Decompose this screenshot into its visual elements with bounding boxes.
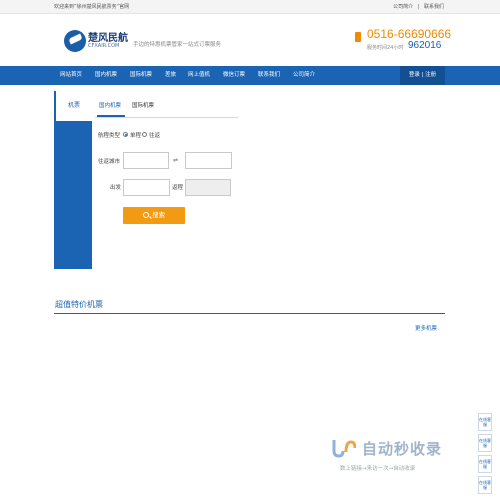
top-bar: 欢迎来到”徐州楚风民航票务“官网 公司简介 | 联系我们	[0, 0, 500, 14]
to-city-input[interactable]	[185, 152, 232, 169]
route-type-label: 航程类型	[98, 133, 121, 139]
booking-sidebar: 机票	[54, 91, 92, 269]
nav-item-contact[interactable]: 联系我们	[258, 66, 280, 85]
nav-item-international[interactable]: 国际机票	[130, 66, 152, 85]
watermark-subtitle: 数上链接→来访一次→自动收录	[340, 466, 416, 472]
top-link-divider: |	[417, 4, 420, 10]
nav-item-business-travel[interactable]: 差旅	[165, 66, 176, 85]
watermark-brand: 自动秒收录	[362, 440, 443, 458]
top-links: 公司简介 | 联系我们	[390, 0, 444, 14]
main-nav: 网站首页 国内机票 国际机票 差旅 网上值机 微信订票 联系我们 公司简介 登录…	[0, 66, 500, 85]
search-button[interactable]: 搜索	[123, 207, 185, 224]
specials-divider	[54, 313, 445, 314]
service-number: 962016	[408, 40, 442, 51]
specials-title: 超值特价机票	[55, 300, 103, 309]
return-date-input[interactable]	[185, 179, 231, 196]
plane-logo-icon	[64, 30, 86, 52]
floating-service-panel: 在线客服 在线客服 在线客服 在线客服	[478, 413, 492, 495]
site-logo[interactable]: 楚风民航 CFXAIR.COM	[64, 28, 128, 60]
nav-item-wechat[interactable]: 微信订票	[223, 66, 245, 85]
roundtrip-radio[interactable]	[142, 132, 147, 137]
nav-item-checkin[interactable]: 网上值机	[188, 66, 210, 85]
city-label: 往返城市	[98, 159, 121, 165]
search-button-label: 搜索	[152, 211, 165, 219]
nav-item-domestic[interactable]: 国内机票	[95, 66, 117, 85]
more-tickets-link[interactable]: 更多机票	[415, 324, 437, 332]
online-service-button-3[interactable]: 在线客服	[478, 455, 492, 473]
swap-cities-icon[interactable]: ⇌	[173, 157, 178, 164]
search-icon	[143, 211, 149, 218]
sidebar-tab-tickets[interactable]: 机票	[54, 91, 92, 121]
login-register-button[interactable]: 登录 | 注册	[400, 66, 445, 85]
nav-item-about[interactable]: 公司简介	[293, 66, 315, 85]
oneway-radio[interactable]	[123, 132, 128, 137]
oneway-label: 单程	[130, 133, 142, 139]
nav-item-home[interactable]: 网站首页	[60, 66, 82, 85]
watermark-logo-icon	[332, 440, 356, 458]
phone-icon	[355, 32, 361, 42]
online-service-button-2[interactable]: 在线客服	[478, 434, 492, 452]
roundtrip-label: 往返	[149, 133, 161, 139]
site-header: 楚风民航 CFXAIR.COM 手边的特惠机票管家一站式订票服务 0516-66…	[0, 14, 500, 66]
tab-domestic[interactable]: 国内机票	[99, 101, 121, 109]
return-label: 返程	[172, 185, 184, 191]
ticket-tabs: 国内机票 国际机票	[95, 94, 238, 118]
watermark: 自动秒收录 数上链接→来访一次→自动收录	[330, 436, 478, 476]
online-service-button-1[interactable]: 在线客服	[478, 413, 492, 431]
active-tab-indicator	[97, 115, 125, 117]
tab-international[interactable]: 国际机票	[132, 101, 154, 109]
hotline-number: 0516-66690666	[367, 27, 452, 41]
depart-label: 出发	[110, 185, 122, 191]
from-city-input[interactable]	[123, 152, 169, 169]
logo-domain: CFXAIR.COM	[88, 43, 120, 49]
online-service-button-4[interactable]: 在线客服	[478, 476, 492, 494]
slogan: 手边的特惠机票管家一站式订票服务	[133, 42, 222, 48]
logo-name: 楚风民航	[88, 33, 128, 44]
service-hours-label: 服务时间24小时	[367, 45, 404, 51]
top-link-about[interactable]: 公司简介	[393, 4, 413, 10]
top-link-contact[interactable]: 联系我们	[424, 4, 444, 10]
depart-date-input[interactable]	[123, 179, 170, 196]
welcome-text: 欢迎来到”徐州楚风民航票务“官网	[54, 4, 130, 10]
